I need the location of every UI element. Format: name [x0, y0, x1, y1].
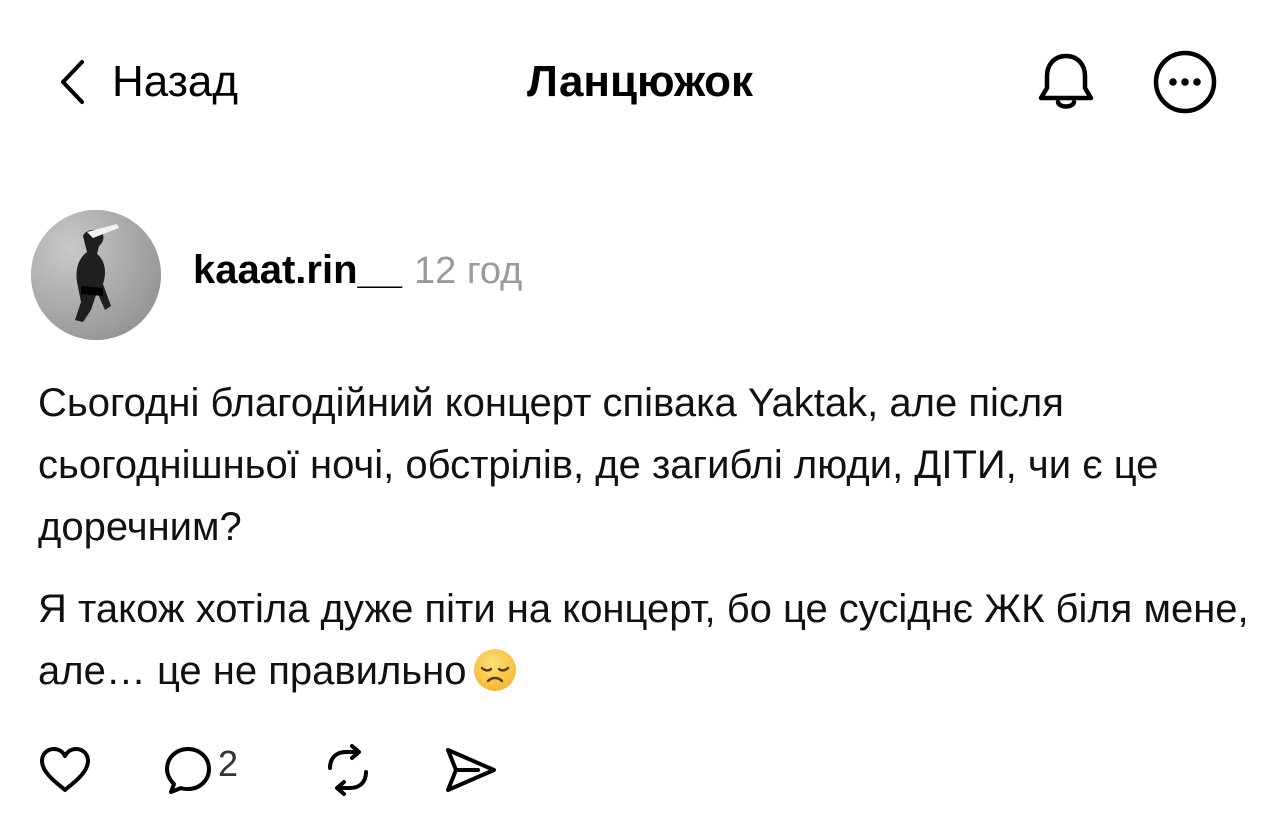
post-timestamp: 12 год: [414, 250, 523, 292]
more-circle-icon: [1153, 50, 1217, 114]
comment-bubble-icon: [165, 747, 211, 794]
heart-icon: [40, 747, 90, 792]
post-paragraph-2: Я також хотіла дуже піти на концерт, бо …: [38, 578, 1253, 702]
disappointed-face-emoji: [472, 647, 518, 693]
top-bar: Назад Ланцюжок: [0, 0, 1280, 160]
bell-icon: [1038, 53, 1094, 109]
reply-count: 2: [218, 743, 239, 784]
post-body: Сьогодні благодійний концерт співака Yak…: [38, 372, 1253, 702]
send-icon: [446, 748, 496, 792]
post-header: kaaat.rin__ 12 год: [193, 248, 522, 304]
post-paragraph-1: Сьогодні благодійний концерт співака Yak…: [38, 381, 1159, 549]
reply-button[interactable]: 2: [162, 740, 238, 800]
author-username[interactable]: kaaat.rin__: [193, 248, 402, 293]
post-paragraph-2-text: Я також хотіла дуже піти на концерт, бо …: [38, 587, 1249, 693]
share-button[interactable]: [442, 740, 498, 800]
more-options-button[interactable]: [1152, 49, 1218, 115]
repost-button[interactable]: [322, 740, 374, 800]
notifications-button[interactable]: [1032, 48, 1100, 116]
repost-icon: [328, 744, 368, 796]
avatar[interactable]: [31, 210, 161, 340]
like-button[interactable]: [38, 740, 92, 800]
